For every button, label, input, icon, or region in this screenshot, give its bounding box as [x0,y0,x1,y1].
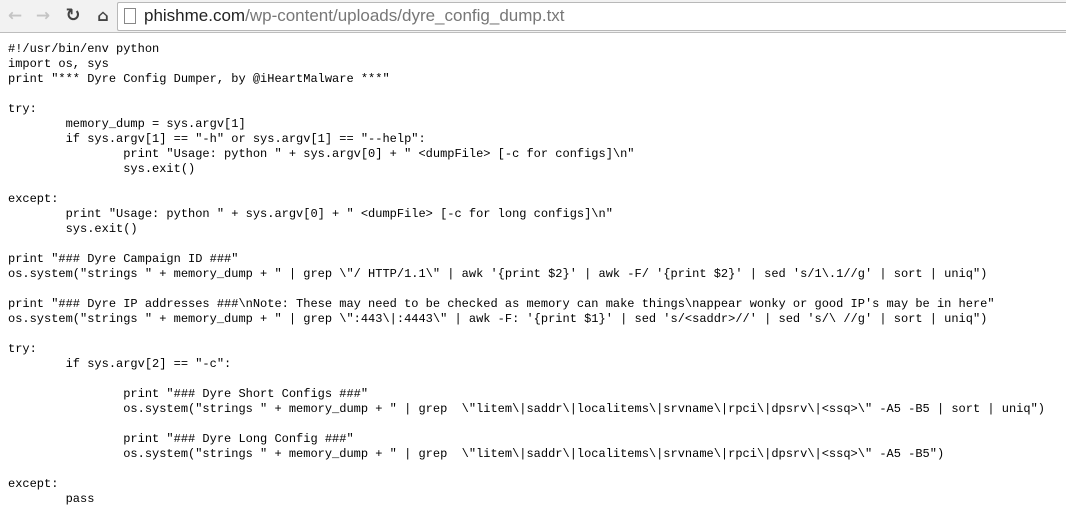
url-path: /wp-content/uploads/dyre_config_dump.txt [245,6,565,25]
code-line: os.system("strings " + memory_dump + " |… [8,312,988,326]
code-line: except: [8,477,59,491]
code-line: try: [8,102,37,116]
code-line: print "Usage: python " + sys.argv[0] + "… [8,207,613,221]
url-host: phishme.com [144,6,246,25]
code-line: if sys.argv[2] == "-c": [8,357,232,371]
home-icon[interactable]: ⌂ [92,5,114,27]
code-line: print "### Dyre Short Configs ###" [8,387,369,401]
address-bar[interactable]: phishme.com/wp-content/uploads/dyre_conf… [117,2,1066,31]
code-line: print "### Dyre Campaign ID ###" [8,252,239,266]
code-line: #!/usr/bin/env python [8,42,160,56]
back-arrow-icon[interactable]: ← [4,5,26,27]
code-line: memory_dump = sys.argv[1] [8,117,246,131]
code-line: print "### Dyre IP addresses ###\nNote: … [8,297,995,311]
code-line: print "Usage: python " + sys.argv[0] + "… [8,147,635,161]
code-line: os.system("strings " + memory_dump + " |… [8,402,1045,416]
code-line: try: [8,342,37,356]
text-document: #!/usr/bin/env python import os, sys print… [8,42,1045,507]
reload-icon[interactable]: ↻ [62,5,84,27]
browser-toolbar: ← → ↻ ⌂ phishme.com/wp-content/uploads/d… [0,0,1066,33]
code-line: import os, sys [8,57,109,71]
code-line: pass [8,492,95,506]
forward-arrow-icon[interactable]: → [32,5,54,27]
page-icon [124,8,136,24]
code-line: print "*** Dyre Config Dumper, by @iHear… [8,72,390,86]
code-line: sys.exit() [8,222,138,236]
code-line: os.system("strings " + memory_dump + " |… [8,267,988,281]
code-line: if sys.argv[1] == "-h" or sys.argv[1] ==… [8,132,426,146]
code-line: print "### Dyre Long Config ###" [8,432,354,446]
code-line: sys.exit() [8,162,196,176]
code-line: except: [8,192,59,206]
url-text[interactable]: phishme.com/wp-content/uploads/dyre_conf… [144,6,565,26]
code-line: os.system("strings " + memory_dump + " |… [8,447,945,461]
